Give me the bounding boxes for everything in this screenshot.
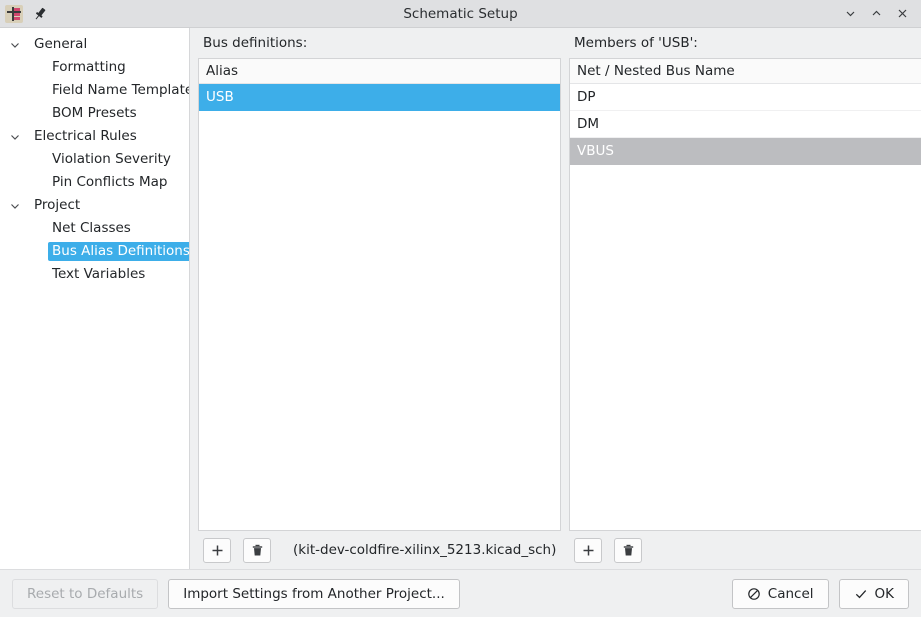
members-toolbar [569,531,921,569]
sidebar-item-label: Net Classes [48,219,135,238]
check-icon [854,587,868,601]
sidebar-item-label: Violation Severity [48,150,175,169]
chevron-down-icon[interactable] [0,39,30,51]
sidebar-item-pin-conflicts-map[interactable]: Pin Conflicts Map [0,171,189,194]
import-settings-button[interactable]: Import Settings from Another Project... [168,579,460,609]
pin-icon[interactable] [32,6,48,22]
sidebar-item-label: Formatting [48,58,130,77]
panels-area: Bus definitions: Alias USB [190,28,921,569]
title-bar: Schematic Setup [0,0,921,28]
sidebar-item-label: General [30,35,91,54]
sidebar-item-text-variables[interactable]: Text Variables [0,263,189,286]
sidebar-item-field-name-templates[interactable]: Field Name Templates [0,79,189,102]
sidebar-item-electrical-rules[interactable]: Electrical Rules [0,125,189,148]
close-button[interactable] [889,2,915,26]
cancel-button[interactable]: Cancel [732,579,829,609]
dialog-footer: Reset to Defaults Import Settings from A… [0,569,921,617]
title-bar-left-icons [0,5,48,23]
schematic-setup-dialog: Schematic Setup [0,0,921,617]
delete-bus-alias-button[interactable] [243,538,271,563]
members-panel: Members of 'USB': Net / Nested Bus Name … [561,28,921,569]
ok-button[interactable]: OK [839,579,909,609]
project-file-note: (kit-dev-coldfire-xilinx_5213.kicad_sch) [293,542,556,558]
sidebar-item-label: Text Variables [48,265,149,284]
sidebar-item-bus-alias-definitions[interactable]: Bus Alias Definitions [0,240,189,263]
cancel-button-label: Cancel [768,586,814,602]
sidebar-item-bom-presets[interactable]: BOM Presets [0,102,189,125]
members-label: Members of 'USB': [569,28,921,58]
bus-definitions-column-header[interactable]: Alias [199,59,560,84]
chevron-down-icon[interactable] [0,131,30,143]
bus-definitions-label: Bus definitions: [198,28,561,58]
sidebar-item-label: Project [30,196,84,215]
sidebar-item-label: Pin Conflicts Map [48,173,171,192]
add-member-button[interactable] [574,538,602,563]
maximize-button[interactable] [863,2,889,26]
sidebar-item-label: Bus Alias Definitions [48,242,190,261]
bus-definitions-panel: Bus definitions: Alias USB [190,28,561,569]
members-grid[interactable]: Net / Nested Bus Name DP DM VBUS [569,58,921,531]
chevron-down-icon[interactable] [0,200,30,212]
window-controls [837,2,921,26]
table-row[interactable]: USB [199,84,560,111]
sidebar-item-label: Electrical Rules [30,127,141,146]
sidebar-item-label: BOM Presets [48,104,141,123]
window-title: Schematic Setup [0,6,921,22]
ok-button-label: OK [875,586,894,602]
block-icon [747,587,761,601]
sidebar-item-label: Field Name Templates [48,81,190,100]
minimize-button[interactable] [837,2,863,26]
sidebar-item-general[interactable]: General [0,33,189,56]
dialog-body: General Formatting Field Name Templates … [0,28,921,569]
table-row[interactable]: DP [570,84,921,111]
members-column-header[interactable]: Net / Nested Bus Name [570,59,921,84]
bus-definitions-toolbar: (kit-dev-coldfire-xilinx_5213.kicad_sch) [198,531,561,569]
sidebar-item-project[interactable]: Project [0,194,189,217]
reset-to-defaults-button[interactable]: Reset to Defaults [12,579,158,609]
delete-member-button[interactable] [614,538,642,563]
kicad-eeschema-icon [5,5,23,23]
sidebar-item-violation-severity[interactable]: Violation Severity [0,148,189,171]
settings-tree: General Formatting Field Name Templates … [0,28,190,569]
add-bus-alias-button[interactable] [203,538,231,563]
table-row[interactable]: VBUS [570,138,921,165]
bus-definitions-grid[interactable]: Alias USB [198,58,561,531]
sidebar-item-net-classes[interactable]: Net Classes [0,217,189,240]
table-row[interactable]: DM [570,111,921,138]
sidebar-item-formatting[interactable]: Formatting [0,56,189,79]
